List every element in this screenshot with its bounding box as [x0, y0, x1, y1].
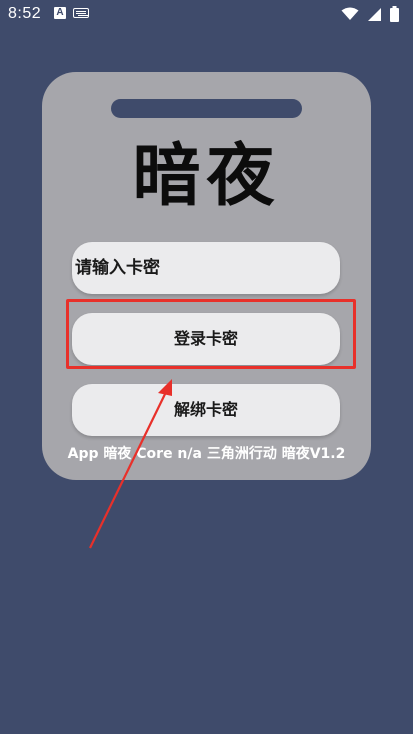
card-handle-bar	[111, 99, 302, 118]
app-screen: 8:52 A 暗夜 登录卡密 解绑卡密 App 暗夜 Core n/a 三角洲行…	[0, 0, 413, 734]
login-card-key-button[interactable]: 登录卡密	[72, 313, 340, 365]
status-bar: 8:52 A	[0, 0, 413, 28]
keyboard-icon	[73, 8, 89, 18]
battery-icon	[390, 6, 399, 22]
app-title: 暗夜	[132, 136, 281, 216]
wifi-icon	[341, 7, 359, 20]
login-card: 暗夜 登录卡密 解绑卡密 App 暗夜 Core n/a 三角洲行动 暗夜V1.…	[42, 72, 371, 480]
cellular-signal-icon	[368, 7, 381, 21]
unbind-card-key-button[interactable]: 解绑卡密	[72, 384, 340, 436]
app-version-footer: App 暗夜 Core n/a 三角洲行动 暗夜V1.2	[67, 446, 346, 462]
a-notification-icon: A	[54, 7, 66, 19]
status-left-icons: A	[54, 7, 89, 19]
status-right-icons	[341, 6, 399, 22]
status-time: 8:52	[8, 5, 42, 22]
card-key-input[interactable]	[72, 242, 340, 294]
